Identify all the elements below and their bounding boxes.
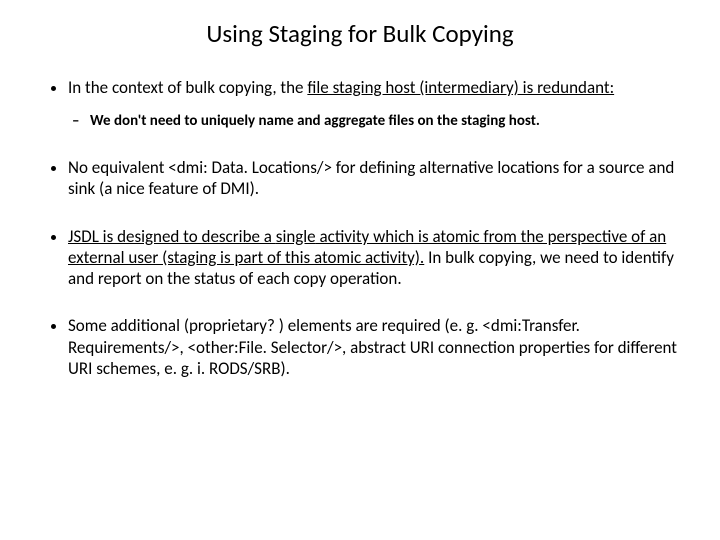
bullet-3-u1: JSDL is designed to describe a — [68, 226, 276, 247]
bullet-1-sub: We don't need to uniquely name and aggre… — [90, 112, 692, 131]
bullet-3-u2: single — [276, 226, 316, 247]
bullet-3: JSDL is designed to describe a single ac… — [68, 226, 692, 290]
bullet-1-pre: In the context of bulk copying, the — [68, 77, 307, 98]
bullet-1-underline: file staging host (intermediary) is redu… — [307, 77, 614, 98]
bullet-1-sublist: We don't need to uniquely name and aggre… — [68, 112, 692, 131]
bullet-2: No equivalent <dmi: Data. Locations/> fo… — [68, 157, 692, 200]
bullet-4: Some additional (proprietary? ) elements… — [68, 315, 692, 379]
slide-title: Using Staging for Bulk Copying — [28, 18, 692, 49]
bullet-1: In the context of bulk copying, the file… — [68, 77, 692, 131]
bullet-list: In the context of bulk copying, the file… — [28, 77, 692, 379]
slide: Using Staging for Bulk Copying In the co… — [0, 0, 720, 540]
